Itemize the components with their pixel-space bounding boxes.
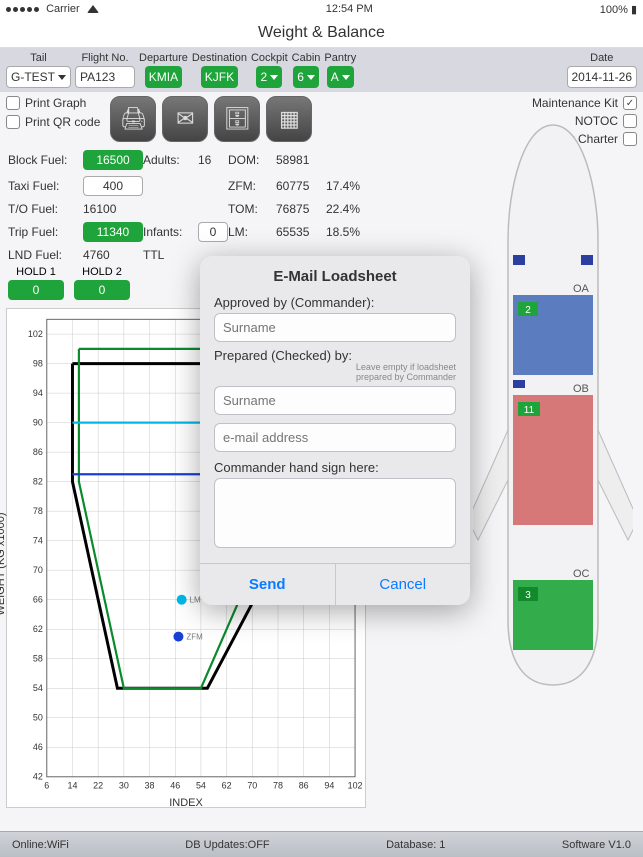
approved-surname-input[interactable] (214, 313, 456, 342)
status-footer: Online:WiFi DB Updates:OFF Database: 1 S… (0, 831, 643, 857)
carrier-label: Carrier (46, 3, 80, 15)
svg-text:58: 58 (33, 654, 43, 664)
send-button[interactable]: Send (200, 564, 335, 605)
cancel-button[interactable]: Cancel (335, 564, 471, 605)
svg-text:2: 2 (525, 305, 531, 316)
svg-text:50: 50 (33, 713, 43, 723)
battery-pct: 100% (600, 4, 628, 16)
taxi-fuel-input[interactable]: 400 (83, 176, 143, 196)
svg-text:LM: LM (190, 596, 201, 605)
pantry-select[interactable]: A (327, 66, 354, 88)
date-input[interactable]: 2014-11-26 (567, 66, 638, 88)
signature-pad[interactable] (214, 478, 456, 548)
chevron-down-icon (270, 75, 278, 80)
chevron-down-icon (307, 75, 315, 80)
svg-text:22: 22 (93, 781, 103, 791)
svg-text:94: 94 (33, 388, 43, 398)
svg-text:6: 6 (44, 781, 49, 791)
svg-text:94: 94 (324, 781, 334, 791)
qr-icon: ▦ (279, 106, 300, 132)
chevron-down-icon (342, 75, 350, 80)
database-icon: 🗄 (223, 106, 251, 132)
wifi-icon (87, 5, 99, 13)
printer-icon: 🖨 (119, 106, 147, 132)
aircraft-layout: OA 2 OB 11 OC 3 (473, 120, 633, 690)
email-button[interactable]: ✉ (162, 96, 208, 142)
flightno-input[interactable] (75, 66, 135, 88)
trip-fuel-input[interactable]: 11340 (83, 222, 143, 242)
svg-text:30: 30 (119, 781, 129, 791)
svg-text:78: 78 (273, 781, 283, 791)
svg-text:54: 54 (33, 683, 43, 693)
maint-kit-check[interactable]: Maintenance Kit (532, 96, 637, 110)
svg-text:90: 90 (33, 418, 43, 428)
cabin-select[interactable]: 6 (293, 66, 319, 88)
departure-select[interactable]: KMIA (145, 66, 182, 88)
print-graph-check[interactable]: Print Graph (6, 96, 100, 110)
prepared-surname-input[interactable] (214, 386, 456, 415)
infants-input[interactable]: 0 (198, 222, 228, 242)
svg-text:102: 102 (348, 781, 363, 791)
svg-text:78: 78 (33, 506, 43, 516)
qr-button[interactable]: ▦ (266, 96, 312, 142)
tail-select[interactable]: G-TEST (6, 66, 71, 88)
database-button[interactable]: 🗄 (214, 96, 260, 142)
svg-text:62: 62 (222, 781, 232, 791)
chevron-down-icon (58, 75, 66, 80)
svg-text:54: 54 (196, 781, 206, 791)
svg-text:46: 46 (170, 781, 180, 791)
svg-text:3: 3 (525, 590, 531, 601)
svg-text:74: 74 (33, 536, 43, 546)
svg-text:OB: OB (573, 383, 589, 395)
clock: 12:54 PM (326, 3, 373, 15)
svg-text:102: 102 (28, 329, 43, 339)
svg-text:70: 70 (247, 781, 257, 791)
svg-text:86: 86 (299, 781, 309, 791)
svg-text:14: 14 (67, 781, 77, 791)
hold1-input[interactable]: 0 (8, 280, 64, 300)
svg-text:66: 66 (33, 595, 43, 605)
svg-text:46: 46 (33, 742, 43, 752)
svg-text:11: 11 (524, 405, 535, 416)
print-qr-check[interactable]: Print QR code (6, 115, 100, 129)
status-bar: Carrier 12:54 PM 100% ▮ (0, 0, 643, 18)
email-loadsheet-dialog: E-Mail Loadsheet Approved by (Commander)… (200, 256, 470, 605)
svg-text:42: 42 (33, 772, 43, 782)
svg-text:62: 62 (33, 624, 43, 634)
svg-text:ZFM: ZFM (186, 633, 202, 642)
mail-icon: ✉ (176, 106, 194, 132)
svg-text:98: 98 (33, 359, 43, 369)
svg-text:OA: OA (573, 283, 590, 295)
page-title: Weight & Balance (0, 18, 643, 48)
svg-text:82: 82 (33, 477, 43, 487)
filter-row: Tail G-TEST Flight No. Departure KMIA De… (0, 48, 643, 92)
svg-text:OC: OC (573, 568, 590, 580)
print-button[interactable]: 🖨 (110, 96, 156, 142)
svg-text:86: 86 (33, 447, 43, 457)
hold2-input[interactable]: 0 (74, 280, 130, 300)
destination-select[interactable]: KJFK (201, 66, 238, 88)
dialog-title: E-Mail Loadsheet (214, 268, 456, 285)
cockpit-select[interactable]: 2 (256, 66, 282, 88)
svg-text:38: 38 (145, 781, 155, 791)
svg-text:70: 70 (33, 565, 43, 575)
email-input[interactable] (214, 423, 456, 452)
block-fuel-input[interactable]: 16500 (83, 150, 143, 170)
